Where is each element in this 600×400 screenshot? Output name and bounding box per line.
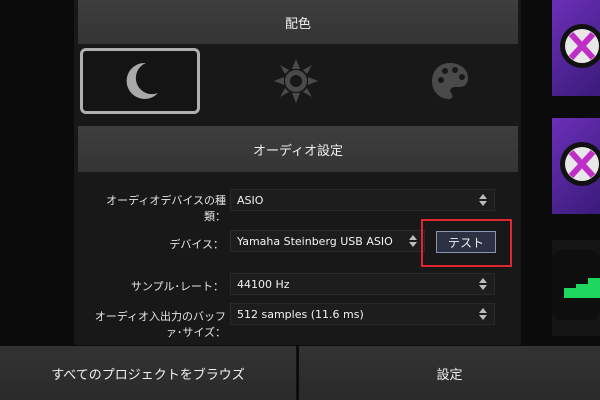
- device-select[interactable]: Yamaha Steinberg USB ASIO: [230, 230, 425, 252]
- device-type-value: ASIO: [237, 193, 264, 207]
- device-label: デバイス：: [169, 238, 224, 251]
- palette-icon: [432, 63, 468, 99]
- color-scheme-header: 配色: [78, 0, 518, 44]
- device-type-select[interactable]: ASIO: [230, 189, 495, 211]
- x-logo-icon: [560, 142, 600, 186]
- theme-custom-button[interactable]: [390, 48, 510, 114]
- project-thumbnail[interactable]: [552, 240, 600, 336]
- settings-label: 設定: [436, 367, 463, 383]
- audio-settings-title: オーディオ設定: [252, 143, 344, 159]
- sample-rate-select[interactable]: 44100 Hz: [230, 273, 495, 295]
- color-scheme-title: 配色: [284, 16, 311, 32]
- sample-rate-value: 44100 Hz: [237, 277, 290, 291]
- select-arrows-icon: [479, 308, 487, 320]
- buffer-size-value: 512 samples (11.6 ms): [237, 307, 364, 321]
- x-logo-icon: [560, 24, 600, 68]
- select-arrows-icon: [479, 194, 487, 206]
- moon-icon: [126, 62, 158, 99]
- waveform-graphic-icon: [552, 250, 600, 320]
- sun-icon: [274, 59, 318, 103]
- audio-settings-header: オーディオ設定: [78, 126, 518, 172]
- browse-all-projects-button[interactable]: すべてのプロジェクトをブラウズ: [0, 346, 297, 400]
- device-type-label: オーディオデバイスの種類：: [106, 194, 226, 223]
- theme-dark-button[interactable]: [80, 48, 200, 114]
- select-arrows-icon: [479, 278, 487, 290]
- select-arrows-icon: [409, 235, 417, 247]
- project-thumbnail[interactable]: [552, 118, 600, 214]
- buffer-size-select[interactable]: 512 samples (11.6 ms): [230, 303, 495, 325]
- theme-light-button[interactable]: [236, 48, 356, 114]
- test-button[interactable]: テスト: [436, 231, 496, 253]
- test-button-label: テスト: [447, 235, 484, 250]
- browse-all-projects-label: すべてのプロジェクトをブラウズ: [51, 367, 245, 383]
- project-thumbnail[interactable]: [552, 0, 600, 96]
- settings-button[interactable]: 設定: [299, 346, 600, 400]
- sample-rate-label: サンプル･レート：: [130, 280, 224, 293]
- buffer-size-label: オーディオ入出力のバッファ･サイズ：: [94, 310, 226, 339]
- device-value: Yamaha Steinberg USB ASIO: [237, 234, 393, 248]
